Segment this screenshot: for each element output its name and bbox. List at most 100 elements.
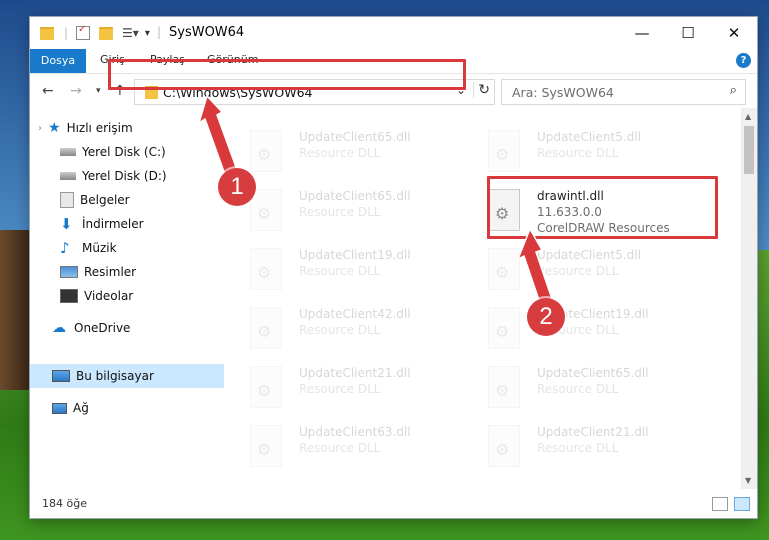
sidebar-item-label: Bu bilgisayar (76, 369, 154, 383)
details-view-icon[interactable] (712, 497, 728, 511)
network-icon (52, 402, 67, 414)
dll-file-icon (250, 425, 282, 467)
toolbar-dropdown-icon[interactable]: ▾ (145, 28, 150, 39)
file-highlight-box (487, 176, 718, 239)
scroll-down-icon[interactable]: ▼ (745, 476, 751, 485)
dll-file-icon (488, 366, 520, 408)
customize-toolbar-icon[interactable]: ☰▾ (122, 26, 139, 40)
sidebar-item-quick-access[interactable]: › ★ Hızlı erişim (30, 116, 232, 140)
barn (0, 230, 30, 390)
dll-file-icon (488, 130, 520, 172)
file-name: UpdateClient5.dll (537, 130, 641, 144)
minimize-button[interactable]: — (619, 17, 665, 49)
file-tile[interactable]: UpdateClient65.dll Resource DLL (226, 185, 446, 237)
file-tile[interactable]: UpdateClient65.dll Resource DLL (464, 362, 684, 414)
file-description: Resource DLL (537, 441, 619, 455)
sidebar-item-onedrive[interactable]: ☁ OneDrive (30, 316, 246, 340)
back-button[interactable]: ← (42, 83, 54, 99)
refresh-icon[interactable]: ↻ (473, 82, 490, 98)
sidebar-item-disk-c[interactable]: Yerel Disk (C:) 📌 (30, 140, 254, 164)
sidebar-item-label: Yerel Disk (D:) (82, 169, 167, 183)
dll-file-icon (250, 307, 282, 349)
properties-icon[interactable]: ✓ (76, 24, 91, 40)
vertical-scrollbar[interactable]: ▲ ▼ (741, 108, 757, 489)
item-count: 184 öğe (42, 497, 87, 510)
drive-icon (60, 172, 76, 180)
window-title: SysWOW64 (169, 25, 245, 40)
search-box[interactable]: Ara: SysWOW64 ⌕ (501, 79, 746, 105)
dll-file-icon (488, 307, 520, 349)
file-name: UpdateClient21.dll (299, 366, 411, 380)
scroll-up-icon[interactable]: ▲ (745, 112, 751, 121)
recent-locations-icon[interactable]: ▾ (96, 86, 101, 96)
file-tile[interactable]: UpdateClient5.dll Resource DLL (464, 244, 684, 296)
file-tile[interactable]: UpdateClient21.dll Resource DLL (464, 421, 684, 473)
step-badge-2: 2 (527, 298, 565, 336)
computer-icon (52, 370, 70, 382)
sidebar-item-label: Yerel Disk (C:) (82, 145, 166, 159)
sidebar-item-label: Ağ (73, 401, 89, 415)
file-name: UpdateClient21.dll (537, 425, 649, 439)
sidebar-item-pictures[interactable]: Resimler 📌 (30, 260, 254, 284)
explorer-window: | ✓ ☰▾ ▾ | SysWOW64 — ☐ ✕ Dosya Giriş Pa… (30, 17, 757, 518)
separator: | (64, 26, 69, 40)
new-folder-icon[interactable] (99, 26, 114, 40)
drive-icon (60, 148, 76, 156)
help-icon[interactable]: ? (736, 53, 751, 68)
forward-button[interactable]: → (70, 83, 82, 99)
title-separator: | (157, 25, 162, 39)
download-icon: ⬇ (60, 215, 73, 233)
sidebar-item-label: OneDrive (74, 321, 131, 335)
sidebar-item-label: Hızlı erişim (66, 121, 133, 135)
sidebar-item-label: Belgeler (80, 193, 130, 207)
document-icon (60, 192, 74, 208)
sidebar-item-this-pc[interactable]: Bu bilgisayar (30, 364, 246, 388)
close-button[interactable]: ✕ (711, 17, 757, 49)
file-tile[interactable]: UpdateClient21.dll Resource DLL (226, 362, 446, 414)
status-bar: 184 öğe (30, 489, 757, 518)
dll-file-icon (488, 425, 520, 467)
dll-file-icon (250, 189, 282, 231)
search-icon[interactable]: ⌕ (730, 83, 737, 98)
dll-file-icon (250, 248, 282, 290)
file-tile[interactable]: UpdateClient65.dll Resource DLL (226, 126, 446, 178)
dll-file-icon (250, 130, 282, 172)
file-tile[interactable]: UpdateClient63.dll Resource DLL (226, 421, 446, 473)
tab-dosya[interactable]: Dosya (30, 49, 86, 73)
file-description: Resource DLL (299, 382, 381, 396)
sidebar-item-videos[interactable]: Videolar 📌 (30, 284, 254, 308)
videos-icon (60, 289, 78, 303)
folder-icon (40, 26, 54, 40)
dll-file-icon (488, 248, 520, 290)
file-list: UpdateClient65.dll Resource DLL UpdateCl… (224, 108, 741, 489)
star-icon: ★ (48, 120, 61, 136)
scroll-thumb[interactable] (744, 126, 754, 174)
title-bar: | ✓ ☰▾ ▾ | SysWOW64 — ☐ ✕ (30, 17, 757, 49)
file-description: Resource DLL (537, 382, 619, 396)
sidebar-item-label: Videolar (84, 289, 134, 303)
file-description: Resource DLL (299, 205, 381, 219)
sidebar-item-music[interactable]: ♪ Müzik 📌 (30, 236, 254, 260)
chevron-down-icon[interactable]: › (38, 123, 42, 134)
file-name: UpdateClient65.dll (299, 130, 411, 144)
pictures-icon (60, 266, 78, 278)
dll-file-icon (250, 366, 282, 408)
file-tile[interactable]: UpdateClient42.dll Resource DLL (226, 303, 446, 355)
file-name: UpdateClient63.dll (299, 425, 411, 439)
file-tile[interactable]: UpdateClient19.dll Resource DLL (464, 303, 684, 355)
file-description: Resource DLL (537, 264, 619, 278)
file-name: UpdateClient65.dll (299, 189, 411, 203)
file-name: UpdateClient5.dll (537, 248, 641, 262)
address-highlight-box (108, 59, 466, 90)
file-description: Resource DLL (299, 146, 381, 160)
file-name: UpdateClient42.dll (299, 307, 411, 321)
tiles-view-icon[interactable] (734, 497, 750, 511)
file-tile[interactable]: UpdateClient19.dll Resource DLL (226, 244, 446, 296)
file-description: Resource DLL (537, 146, 619, 160)
file-description: Resource DLL (299, 264, 381, 278)
file-tile[interactable]: UpdateClient5.dll Resource DLL (464, 126, 684, 178)
sidebar-item-downloads[interactable]: ⬇ İndirmeler 📌 (30, 212, 254, 236)
maximize-button[interactable]: ☐ (665, 17, 711, 49)
quick-access-toolbar: | ✓ ☰▾ ▾ (40, 24, 150, 42)
sidebar-item-network[interactable]: Ağ (30, 396, 246, 420)
